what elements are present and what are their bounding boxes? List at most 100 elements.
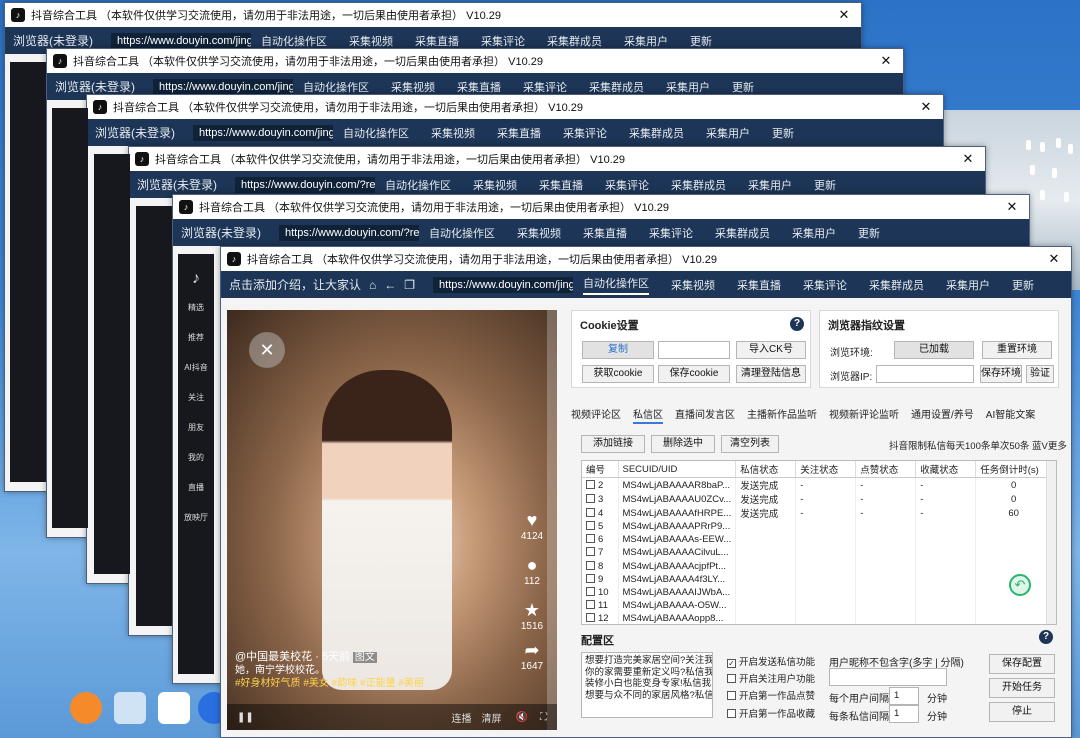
- table-row[interactable]: 10 MS4wLjABAAAAIJWbA...: [582, 585, 1052, 600]
- tab-general-settings[interactable]: 通用设置/养号: [911, 404, 974, 424]
- sidebar-item-featured[interactable]: 精选: [178, 302, 214, 332]
- clear-list-button[interactable]: 清空列表: [721, 435, 779, 453]
- table-row[interactable]: 12 MS4wLjABAAAAopp8...: [582, 612, 1052, 624]
- close-icon[interactable]: ✕: [995, 199, 1029, 215]
- tab-update[interactable]: 更新: [732, 79, 754, 95]
- tab-collect-video[interactable]: 采集视频: [517, 225, 561, 241]
- tab-automation[interactable]: 自动化操作区: [385, 177, 451, 193]
- tab-automation[interactable]: 自动化操作区: [583, 275, 650, 295]
- tab-collect-comment[interactable]: 采集评论: [481, 33, 525, 49]
- sidebar-item-ai[interactable]: AI抖音: [178, 362, 214, 392]
- home-icon[interactable]: ⌂: [369, 278, 376, 292]
- fullscreen-icon[interactable]: ⛶: [540, 712, 547, 723]
- tab-collect-live[interactable]: 采集直播: [583, 225, 627, 241]
- verify-button[interactable]: 验证: [1026, 365, 1054, 383]
- tab-collect-comment[interactable]: 采集评论: [563, 125, 607, 141]
- table-row[interactable]: 2 MS4wLjABAAAAR8baP... 发送完成 - - - 0: [582, 477, 1052, 492]
- video-tags[interactable]: #好身材好气质 #美女 #韵味 #正能量 #美丽: [235, 677, 535, 690]
- comment-button[interactable]: ● 112: [515, 555, 549, 587]
- tab-update[interactable]: 更新: [772, 125, 794, 141]
- clear-screen-toggle[interactable]: 清屏: [482, 710, 502, 725]
- video-player[interactable]: ✕ ♥ 4124 ● 112 ★ 1516 ➦ 1647 @中国最美校花 · 5天前 图…: [227, 310, 557, 730]
- checkbox[interactable]: [727, 674, 736, 683]
- close-icon[interactable]: ✕: [909, 99, 943, 115]
- back-arrow-green-icon[interactable]: ↶: [1009, 574, 1031, 596]
- table-row[interactable]: 8 MS4wLjABAAAAcjpfPt...: [582, 559, 1052, 573]
- tab-collect-video[interactable]: 采集视频: [431, 125, 475, 141]
- tab-collect-video[interactable]: 采集视频: [671, 277, 715, 293]
- autoplay-toggle[interactable]: 连播: [452, 710, 472, 725]
- tab-collect-user[interactable]: 采集用户: [706, 125, 750, 141]
- url-bar[interactable]: https://www.douyin.com/jingxuan: [153, 78, 293, 95]
- like-button[interactable]: ♥ 4124: [515, 510, 549, 542]
- tab-collect-video[interactable]: 采集视频: [473, 177, 517, 193]
- get-cookie-button[interactable]: 获取cookie: [582, 365, 654, 383]
- tab-collect-group[interactable]: 采集群成员: [671, 177, 726, 193]
- tab-collect-user[interactable]: 采集用户: [666, 79, 710, 95]
- tab-collect-comment[interactable]: 采集评论: [803, 277, 847, 293]
- row-checkbox[interactable]: [586, 507, 595, 517]
- checkbox[interactable]: [727, 709, 736, 718]
- tab-collect-user[interactable]: 采集用户: [624, 33, 668, 49]
- follow-user-checkbox[interactable]: 开启关注用户功能: [727, 671, 815, 685]
- cloud-app-icon[interactable]: [158, 692, 190, 724]
- tab-new-comment-monitor[interactable]: 视频新评论监听: [829, 404, 899, 424]
- tab-collect-user[interactable]: 采集用户: [792, 225, 836, 241]
- tab-collect-live[interactable]: 采集直播: [539, 177, 583, 193]
- tab-collect-comment[interactable]: 采集评论: [649, 225, 693, 241]
- cookie-input[interactable]: [658, 341, 730, 359]
- mute-icon[interactable]: 🔇: [516, 712, 528, 723]
- tab-private-message[interactable]: 私信区: [633, 404, 663, 424]
- row-checkbox[interactable]: [586, 613, 595, 623]
- tab-ai-copywriting[interactable]: AI智能文案: [986, 404, 1035, 424]
- fav-first-work-checkbox[interactable]: 开启第一作品收藏: [727, 706, 815, 720]
- sidebar-item-follow[interactable]: 关注: [178, 392, 214, 422]
- user-interval-input[interactable]: 1: [889, 687, 919, 705]
- url-bar[interactable]: https://www.douyin.com/?recom: [235, 176, 375, 193]
- table-row[interactable]: 9 MS4wLjABAAAA4f3LY...: [582, 572, 1052, 586]
- checkbox-checked[interactable]: [727, 659, 736, 668]
- row-checkbox[interactable]: [586, 573, 595, 583]
- tab-collect-video[interactable]: 采集视频: [349, 33, 393, 49]
- sidebar-item-friends[interactable]: 朋友: [178, 422, 214, 452]
- tab-collect-comment[interactable]: 采集评论: [605, 177, 649, 193]
- copy-icon[interactable]: ❐: [404, 278, 415, 292]
- tab-collect-group[interactable]: 采集群成员: [869, 277, 924, 293]
- tab-automation[interactable]: 自动化操作区: [343, 125, 409, 141]
- row-checkbox[interactable]: [586, 600, 595, 610]
- tab-collect-group[interactable]: 采集群成员: [589, 79, 644, 95]
- save-cookie-button[interactable]: 保存cookie: [658, 365, 730, 383]
- add-link-button[interactable]: 添加链接: [581, 435, 645, 453]
- tab-collect-group[interactable]: 采集群成员: [547, 33, 602, 49]
- tab-live-speech[interactable]: 直播间发言区: [675, 404, 735, 424]
- row-checkbox[interactable]: [586, 560, 595, 570]
- checkbox[interactable]: [727, 691, 736, 700]
- sidebar-item-mine[interactable]: 我的: [178, 452, 214, 482]
- tab-update[interactable]: 更新: [858, 225, 880, 241]
- save-config-button[interactable]: 保存配置: [989, 654, 1055, 674]
- browser-ip-input[interactable]: [876, 365, 974, 383]
- tab-collect-comment[interactable]: 采集评论: [523, 79, 567, 95]
- close-icon[interactable]: ✕: [1037, 251, 1071, 267]
- tab-update[interactable]: 更新: [1012, 277, 1034, 293]
- sidebar-item-cinema[interactable]: 放映厅: [178, 512, 214, 542]
- start-task-button[interactable]: 开始任务: [989, 678, 1055, 698]
- tab-collect-live[interactable]: 采集直播: [415, 33, 459, 49]
- goldfish-icon[interactable]: [70, 692, 102, 724]
- tab-collect-user[interactable]: 采集用户: [748, 177, 792, 193]
- msg-interval-input[interactable]: 1: [889, 705, 919, 723]
- save-env-button[interactable]: 保存环境: [980, 365, 1022, 383]
- close-video-icon[interactable]: ✕: [249, 332, 285, 368]
- tab-update[interactable]: 更新: [690, 33, 712, 49]
- tab-collect-group[interactable]: 采集群成员: [629, 125, 684, 141]
- url-bar[interactable]: https://www.douyin.com/jingxuan: [433, 276, 574, 293]
- clear-login-button[interactable]: 清理登陆信息: [736, 365, 806, 383]
- tab-anchor-monitor[interactable]: 主播新作品监听: [747, 404, 817, 424]
- table-row[interactable]: 11 MS4wLjABAAAA-O5W...: [582, 599, 1052, 613]
- config-help-icon[interactable]: ?: [1039, 630, 1053, 644]
- back-arrow-icon[interactable]: ←: [384, 278, 396, 292]
- tab-automation[interactable]: 自动化操作区: [261, 33, 327, 49]
- copy-cookie-button[interactable]: 复制: [582, 341, 654, 359]
- help-icon[interactable]: ?: [790, 317, 804, 331]
- tab-collect-live[interactable]: 采集直播: [497, 125, 541, 141]
